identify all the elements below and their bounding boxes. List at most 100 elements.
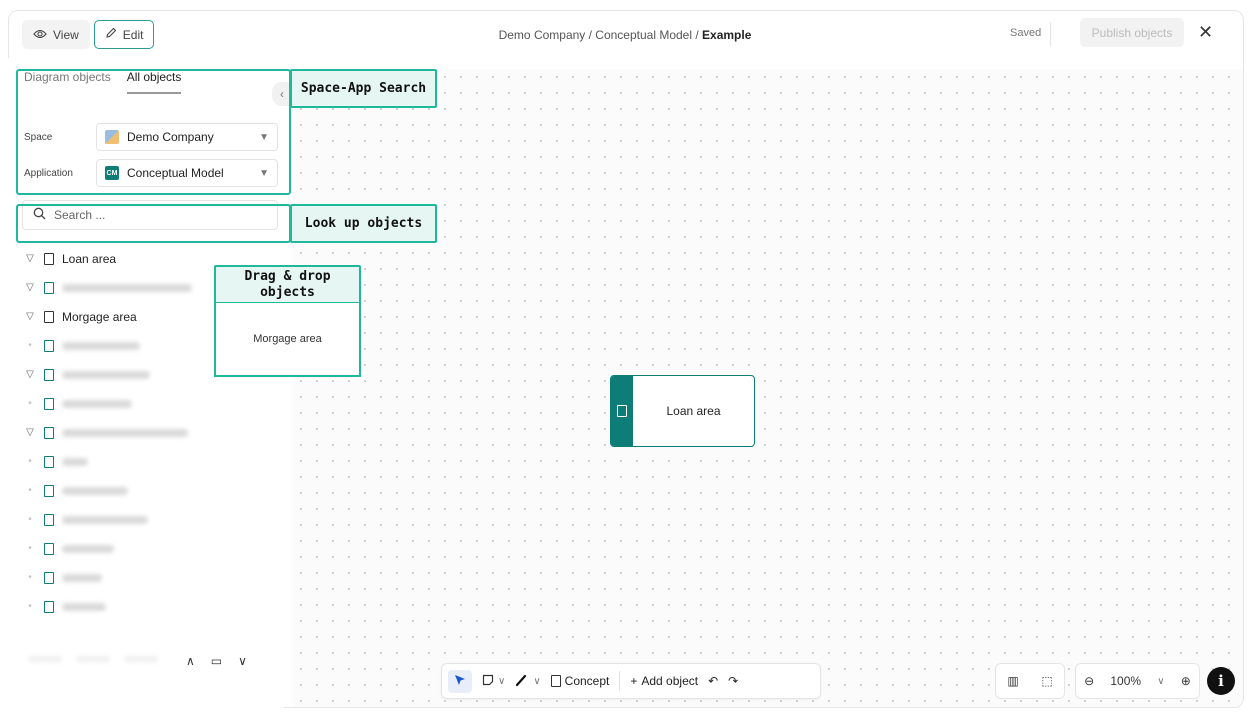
blurred-label — [62, 428, 188, 437]
document-icon — [44, 310, 54, 323]
breadcrumb-current: Example — [702, 28, 752, 42]
tree-item-blurred[interactable]: • — [24, 592, 192, 621]
chevron-up-icon[interactable]: ∧ — [186, 654, 195, 668]
tree-item-blurred[interactable]: • — [24, 505, 192, 534]
tree-item-label: Loan area — [62, 251, 117, 266]
bullet-icon: • — [28, 340, 32, 351]
document-icon — [44, 600, 54, 613]
space-app-callout: Space-App Search — [290, 69, 437, 108]
document-icon — [44, 339, 54, 352]
blurred-label — [62, 370, 150, 379]
info-icon[interactable]: i — [1207, 667, 1235, 695]
undo-icon[interactable]: ↶ — [708, 674, 718, 688]
bullet-icon: • — [28, 456, 32, 467]
concept-label: Concept — [564, 674, 610, 688]
bullet-icon: • — [28, 572, 32, 583]
object-tree: ▽ Loan area ▽ ▽ Morgage area • ▽ • ▽ • •… — [24, 244, 192, 621]
bullet-icon: • — [28, 398, 32, 409]
chevron-down-icon[interactable]: ▽ — [24, 282, 36, 293]
blurred-label — [76, 656, 110, 662]
tree-item-loan-area[interactable]: ▽ Loan area — [24, 244, 192, 273]
frame-icon[interactable]: ▭ — [211, 654, 222, 668]
diagram-canvas[interactable] — [293, 69, 1243, 707]
chevron-down-icon[interactable]: ▽ — [24, 427, 36, 438]
plus-icon: + — [630, 674, 638, 688]
zoom-in-icon[interactable]: ⊕ — [1181, 674, 1191, 688]
breadcrumb: Demo Company / Conceptual Model / Exampl… — [0, 28, 1250, 42]
sticky-note-icon — [482, 674, 494, 689]
blurred-label — [62, 486, 128, 495]
dragged-object-card[interactable]: Morgage area — [214, 303, 361, 377]
document-icon — [44, 542, 54, 555]
chevron-down-icon[interactable]: ∨ — [1157, 676, 1164, 687]
add-object-label: Add object — [641, 674, 699, 688]
close-icon[interactable]: ✕ — [1198, 22, 1213, 43]
tree-item-blurred[interactable]: • — [24, 447, 192, 476]
drag-drop-callout: Drag & drop objects — [214, 265, 361, 304]
chevron-down-icon[interactable]: ▽ — [24, 369, 36, 380]
blurred-footer — [28, 656, 158, 662]
node-label: Loan area — [666, 404, 721, 418]
document-icon — [44, 571, 54, 584]
zoom-level[interactable]: 100% — [1110, 674, 1141, 688]
map-icon[interactable]: ▥ — [1007, 674, 1018, 688]
chevron-down-icon[interactable]: ▽ — [24, 253, 36, 264]
fit-screen-icon[interactable]: ⬚ — [1041, 674, 1052, 688]
node-stripe — [611, 376, 633, 446]
blurred-label — [62, 602, 106, 611]
view-controls: ▥ ⬚ — [995, 663, 1065, 699]
blurred-label — [62, 283, 192, 292]
tree-navigation: ∧ ▭ ∨ — [186, 654, 247, 668]
chevron-down-icon[interactable]: ∨ — [238, 654, 247, 668]
tree-item-blurred[interactable]: • — [24, 534, 192, 563]
blurred-label — [62, 399, 132, 408]
tree-item-blurred[interactable]: • — [24, 476, 192, 505]
bullet-icon: • — [28, 514, 32, 525]
toolbar-divider — [619, 671, 621, 691]
document-icon — [44, 252, 54, 265]
saved-status: Saved — [1010, 27, 1042, 39]
pen-icon — [515, 673, 529, 690]
blurred-label — [62, 341, 140, 350]
bullet-icon: • — [28, 543, 32, 554]
header-divider — [1050, 22, 1051, 46]
tree-item-label: Morgage area — [62, 309, 137, 324]
concept-tool[interactable]: Concept — [550, 674, 610, 688]
document-icon — [44, 397, 54, 410]
add-object-button[interactable]: + Add object — [630, 674, 698, 688]
tree-item-blurred[interactable]: • — [24, 331, 192, 360]
tree-item-blurred[interactable]: • — [24, 389, 192, 418]
chevron-down-icon[interactable]: ∨ — [533, 676, 540, 687]
pen-tool[interactable]: ∨ — [515, 673, 541, 690]
tree-item-blurred[interactable]: ▽ — [24, 273, 192, 302]
document-icon — [44, 368, 54, 381]
space-app-highlight — [16, 69, 291, 195]
document-icon — [44, 426, 54, 439]
document-icon — [617, 405, 627, 417]
cursor-icon — [454, 674, 466, 689]
blurred-label — [62, 573, 102, 582]
blurred-label — [28, 656, 62, 662]
bullet-icon: • — [28, 485, 32, 496]
sticky-note-tool[interactable]: ∨ — [482, 674, 505, 689]
blurred-label — [124, 656, 158, 662]
document-icon — [44, 281, 54, 294]
tree-item-blurred[interactable]: ▽ — [24, 418, 192, 447]
chevron-down-icon[interactable]: ∨ — [498, 676, 505, 687]
chevron-down-icon[interactable]: ▽ — [24, 311, 36, 322]
document-icon — [550, 675, 561, 687]
blurred-label — [62, 515, 148, 524]
redo-icon[interactable]: ↷ — [728, 674, 738, 688]
document-icon — [44, 484, 54, 497]
zoom-controls: ⊖ 100% ∨ ⊕ — [1075, 663, 1200, 699]
tree-item-blurred[interactable]: ▽ — [24, 360, 192, 389]
zoom-out-icon[interactable]: ⊖ — [1084, 674, 1094, 688]
canvas-toolbar: ∨ ∨ Concept + Add object ↶ ↷ — [441, 663, 821, 699]
publish-objects-button[interactable]: Publish objects — [1080, 18, 1184, 47]
blurred-label — [62, 457, 88, 466]
canvas-node-loan-area[interactable]: Loan area — [610, 375, 755, 447]
select-tool[interactable] — [448, 669, 472, 693]
tree-item-blurred[interactable]: • — [24, 563, 192, 592]
breadcrumb-path: Demo Company / Conceptual Model / — [498, 28, 703, 42]
tree-item-morgage-area[interactable]: ▽ Morgage area — [24, 302, 192, 331]
